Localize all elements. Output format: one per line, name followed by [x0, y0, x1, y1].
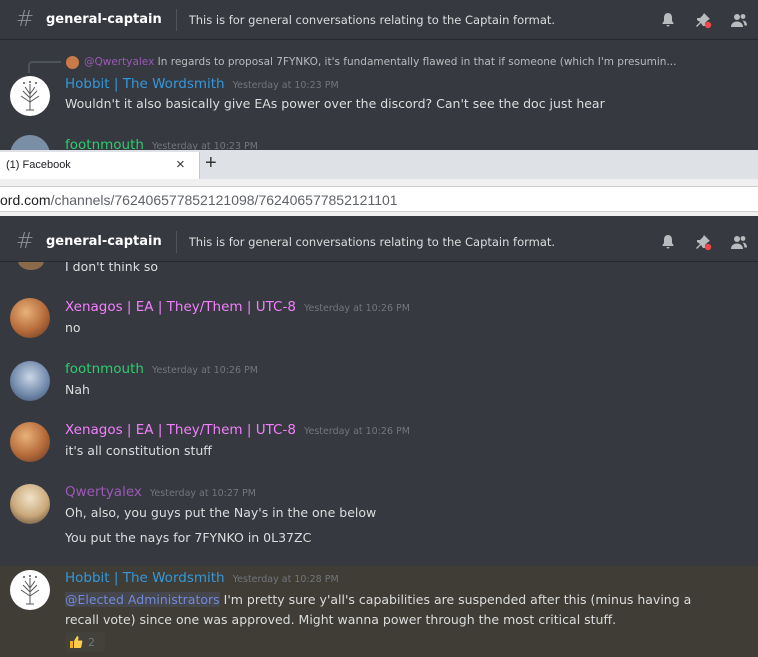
- reply-mention[interactable]: @Qwertyalex: [84, 56, 154, 68]
- reply-spine: [28, 61, 61, 73]
- white-tree-icon: [20, 575, 40, 605]
- message-text: recall vote) since one was approved. Mig…: [65, 612, 617, 627]
- channel-name: general-captain: [46, 12, 162, 27]
- timestamp: Yesterday at 10:26 PM: [151, 365, 258, 376]
- avatar[interactable]: [10, 361, 50, 401]
- tab-bar: (1) Facebook × +: [0, 150, 758, 179]
- browser-chrome: (1) Facebook × + ord.com/channels/762406…: [0, 150, 758, 216]
- message-text: Wouldn't it also basically give EAs powe…: [65, 96, 605, 111]
- reaction-button[interactable]: 2: [65, 632, 105, 652]
- author-name[interactable]: footnmouth: [65, 361, 144, 377]
- message-line: I'm pretty sure y'all's capabilities are…: [223, 592, 692, 607]
- pin-icon[interactable]: [694, 11, 712, 29]
- author-name[interactable]: Xenagos | EA | They/Them | UTC-8: [65, 422, 296, 438]
- avatar[interactable]: [10, 422, 50, 462]
- url-host: ord.com: [0, 192, 51, 208]
- hash-icon: #: [15, 229, 35, 254]
- header-divider: [175, 230, 177, 253]
- message-text: @Elected Administrators I'm pretty sure …: [65, 592, 691, 607]
- role-mention[interactable]: @Elected Administrators: [65, 592, 220, 607]
- timestamp: Yesterday at 10:28 PM: [232, 574, 339, 585]
- channel-name: general-captain: [46, 234, 162, 249]
- avatar[interactable]: [10, 76, 50, 116]
- message-header: Xenagos | EA | They/Them | UTC-8 Yesterd…: [65, 299, 410, 315]
- url-text[interactable]: ord.com/channels/762406577852121098/7624…: [0, 192, 398, 208]
- message-header: Hobbit | The Wordsmith Yesterday at 10:2…: [65, 76, 339, 92]
- author-name[interactable]: Hobbit | The Wordsmith: [65, 570, 225, 586]
- timestamp: Yesterday at 10:26 PM: [303, 426, 410, 437]
- pin-icon[interactable]: [694, 233, 712, 251]
- tab-title: (1) Facebook: [6, 159, 71, 171]
- channel-header: # general-captain This is for general co…: [0, 222, 758, 262]
- message-header: Qwertyalex Yesterday at 10:27 PM: [65, 484, 256, 500]
- message-text: Nah: [65, 382, 90, 397]
- message-text: I don't think so: [65, 262, 159, 274]
- close-icon[interactable]: ×: [176, 156, 185, 173]
- channel-topic: This is for general conversations relati…: [188, 12, 556, 27]
- address-bar[interactable]: ord.com/channels/762406577852121098/7624…: [0, 186, 758, 212]
- white-tree-icon: [20, 81, 40, 111]
- channel-header: # general-captain This is for general co…: [0, 0, 758, 40]
- url-path: /channels/762406577852121098/76240657785…: [50, 192, 398, 208]
- hash-icon: #: [15, 7, 35, 32]
- clipped-message: I don't think so: [0, 262, 758, 276]
- avatar[interactable]: [10, 298, 50, 338]
- browser-tab[interactable]: (1) Facebook ×: [0, 152, 200, 179]
- avatar[interactable]: [10, 484, 50, 524]
- avatar[interactable]: [10, 570, 50, 610]
- bell-icon[interactable]: [660, 12, 676, 28]
- message-header: Hobbit | The Wordsmith Yesterday at 10:2…: [65, 570, 339, 586]
- author-name[interactable]: Xenagos | EA | They/Them | UTC-8: [65, 299, 296, 315]
- new-tab-button[interactable]: +: [205, 152, 217, 174]
- reply-avatar: [66, 56, 79, 69]
- author-name[interactable]: Hobbit | The Wordsmith: [65, 76, 225, 92]
- channel-topic: This is for general conversations relati…: [188, 234, 556, 249]
- timestamp: Yesterday at 10:23 PM: [232, 80, 339, 91]
- message-text: no: [65, 320, 81, 335]
- timestamp: Yesterday at 10:26 PM: [303, 303, 410, 314]
- message-text: Oh, also, you guys put the Nay's in the …: [65, 505, 377, 520]
- reply-text: In regards to proposal 7FYNKO, it's fund…: [157, 56, 677, 68]
- thumbs-up-icon: [70, 636, 83, 648]
- message-text: it's all constitution stuff: [65, 443, 212, 458]
- message-header: footnmouth Yesterday at 10:26 PM: [65, 361, 258, 377]
- message-text: You put the nays for 7FYNKO in 0L37ZC: [65, 530, 312, 545]
- reply-preview[interactable]: @Qwertyalex In regards to proposal 7FYNK…: [84, 56, 676, 68]
- members-icon[interactable]: [730, 234, 748, 250]
- avatar: [18, 262, 44, 270]
- message-header: Xenagos | EA | They/Them | UTC-8 Yesterd…: [65, 422, 410, 438]
- reaction-count: 2: [88, 635, 95, 649]
- header-divider: [175, 8, 177, 31]
- author-name[interactable]: Qwertyalex: [65, 484, 142, 500]
- members-icon[interactable]: [730, 12, 748, 28]
- bell-icon[interactable]: [660, 234, 676, 250]
- timestamp: Yesterday at 10:27 PM: [149, 488, 256, 499]
